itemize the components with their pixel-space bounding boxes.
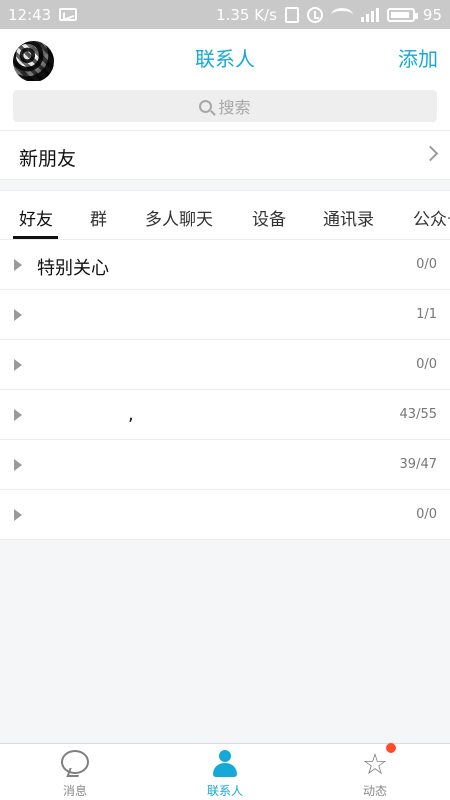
triangle-right-icon [14,259,22,271]
signal-icon [360,7,379,22]
group-count: 0/0 [416,257,437,272]
wifi-icon [330,7,353,22]
status-left: 12:43 [8,5,78,24]
nav-icon-wrapper: ☆ [340,750,410,780]
nav-label: 消息 [62,784,87,798]
mail-icon [59,8,78,21]
contacts-icon [210,750,240,778]
nav-label: 联系人 [206,784,243,798]
new-friends-row[interactable]: 新朋友 [0,130,450,180]
search-icon [199,99,213,113]
clock-icon [306,6,323,23]
status-bar: 12:43 1.35 K/s 95 [0,0,450,29]
tab-address-book[interactable]: 通讯录 [323,205,374,230]
bottom-navigation: 消息 联系人 ☆ 动态 [0,743,450,800]
friend-group-row[interactable]: 1/1 [0,290,450,340]
triangle-right-icon [14,409,22,421]
triangle-right-icon [14,459,22,471]
triangle-right-icon [14,359,22,371]
chevron-right-icon [422,145,439,162]
friend-group-row[interactable]: 0/0 [0,490,450,540]
status-right: 1.35 K/s 95 [216,6,442,24]
tab-public-accounts[interactable]: 公众号 [413,205,450,230]
group-count: 0/0 [416,357,437,372]
friend-group-row[interactable]: 0/0 [0,340,450,390]
tab-groups[interactable]: 群 [90,205,107,230]
tab-multi-chat[interactable]: 多人聊天 [145,205,213,230]
nav-label: 动态 [362,784,387,798]
friend-groups-list: 特别关心 0/0 1/1 0/0 , 43/55 39/47 0/0 [0,240,450,540]
battery-level: 95 [422,5,442,24]
nav-moments[interactable]: ☆ 动态 [340,750,410,799]
contacts-header: 联系人 添加 [0,29,450,82]
triangle-right-icon [14,509,22,521]
nav-contacts[interactable]: 联系人 [190,750,260,799]
notification-badge [386,743,396,753]
network-speed: 1.35 K/s [216,5,277,24]
search-input[interactable]: 搜索 [13,90,437,122]
page-title: 联系人 [195,47,255,71]
search-section: 搜索 [0,81,450,130]
battery-icon [386,7,418,22]
contact-tabs: 好友 群 多人聊天 设备 通讯录 公众号 [0,190,450,240]
status-time: 12:43 [8,5,52,24]
star-icon: ☆ [362,747,388,781]
group-count: 1/1 [416,307,437,322]
nav-icon-wrapper [190,750,260,780]
triangle-right-icon [14,309,22,321]
group-name: 特别关心 [37,258,109,279]
friend-group-row[interactable]: 39/47 [0,440,450,490]
message-icon [61,750,89,774]
friend-group-row[interactable]: 特别关心 0/0 [0,240,450,290]
tab-devices[interactable]: 设备 [252,205,286,230]
group-count: 0/0 [416,507,437,522]
new-friends-label: 新朋友 [19,148,77,170]
nav-icon-wrapper [40,750,110,780]
active-tab-indicator [13,236,58,239]
group-name: , [128,404,134,425]
tab-friends[interactable]: 好友 [19,205,53,230]
search-placeholder: 搜索 [218,98,251,117]
group-count: 39/47 [399,457,437,472]
friend-group-row[interactable]: , 43/55 [0,390,450,440]
vibrate-icon [284,6,299,23]
nav-messages[interactable]: 消息 [40,750,110,799]
group-count: 43/55 [399,407,437,422]
add-button[interactable]: 添加 [398,43,438,72]
